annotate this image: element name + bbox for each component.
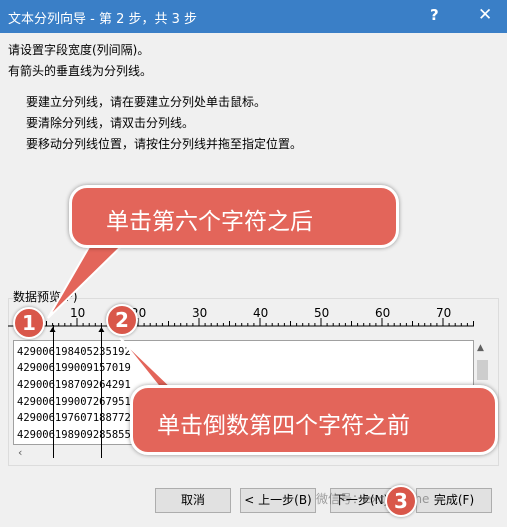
callout-2-text: 单击倒数第四个字符之前 — [157, 413, 410, 439]
callout-1-text: 单击第六个字符之后 — [106, 209, 313, 235]
step-badge-2: 2 — [106, 304, 138, 336]
step-badge-1: 1 — [13, 307, 45, 339]
step-badge-3: 3 — [385, 485, 417, 517]
callout-1: 单击第六个字符之后 — [69, 185, 399, 248]
callout-2: 单击倒数第四个字符之前 — [130, 385, 498, 455]
